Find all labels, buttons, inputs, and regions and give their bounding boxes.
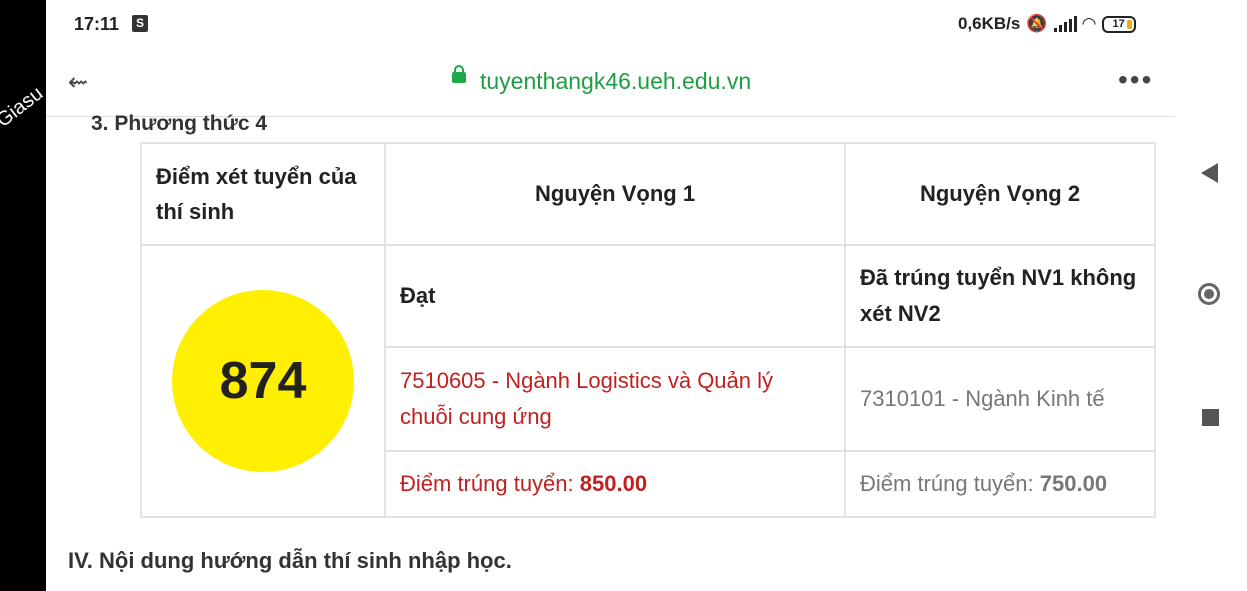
header-score: Điểm xét tuyển của thí sinh <box>140 142 386 246</box>
header-nv1: Nguyện Vọng 1 <box>384 142 846 246</box>
admission-result-table: Điểm xét tuyển của thí sinh Nguyện Vọng … <box>140 142 1156 518</box>
tab-back-icon[interactable]: ⇜ <box>68 68 88 97</box>
next-section-heading: IV. Nội dung hướng dẫn thí sinh nhập học… <box>68 548 512 573</box>
signal-icon <box>1053 16 1077 32</box>
net-speed: 0,6KB/s <box>958 14 1021 33</box>
status-time: 17:11 <box>74 14 120 34</box>
watermark-text: Giasu <box>0 82 48 132</box>
navigation-bar <box>1175 0 1247 591</box>
mute-bell-icon: 🔕 <box>1026 14 1048 33</box>
score-cell: 874 <box>140 244 386 518</box>
more-menu-icon[interactable]: ••• <box>1118 64 1153 96</box>
phone-screen: 17:11 S 0,6KB/s 🔕 ◠ 17 ⇜ tuyenthangk46.u… <box>46 0 1175 591</box>
nv2-cutoff-value: 750.00 <box>1039 471 1108 496</box>
notification-app-icon: S <box>132 15 148 32</box>
nv2-major: 7310101 - Ngành Kinh tế <box>844 346 1156 452</box>
score-circle: 874 <box>172 290 354 472</box>
url-text[interactable]: tuyenthangk46.ueh.edu.vn <box>480 68 751 95</box>
nav-back-icon[interactable] <box>1201 163 1218 183</box>
nav-home-icon[interactable] <box>1198 283 1220 305</box>
nv2-status: Đã trúng tuyển NV1 không xét NV2 <box>844 244 1156 348</box>
left-black-rail: Giasu <box>0 0 48 591</box>
lock-icon <box>452 65 466 83</box>
header-nv2: Nguyện Vọng 2 <box>844 142 1156 246</box>
battery-icon: 17 <box>1101 15 1136 33</box>
nv1-cutoff-label: Điểm trúng tuyển: <box>400 471 574 496</box>
nv1-major: 7510605 - Ngành Logistics và Quản lý chu… <box>384 346 846 452</box>
nv2-cutoff: Điểm trúng tuyển: 750.00 <box>844 450 1156 518</box>
nv2-cutoff-label: Điểm trúng tuyển: <box>860 471 1034 496</box>
nav-recents-icon[interactable] <box>1202 409 1219 426</box>
nv1-cutoff-value: 850.00 <box>579 471 648 496</box>
status-indicators: 0,6KB/s 🔕 ◠ 17 <box>958 14 1136 34</box>
wifi-icon: ◠ <box>1082 14 1096 33</box>
section-heading: 3. Phương thức 4 <box>91 112 268 135</box>
nv1-cutoff: Điểm trúng tuyển: 850.00 <box>384 450 846 518</box>
nv1-status: Đạt <box>384 244 846 348</box>
